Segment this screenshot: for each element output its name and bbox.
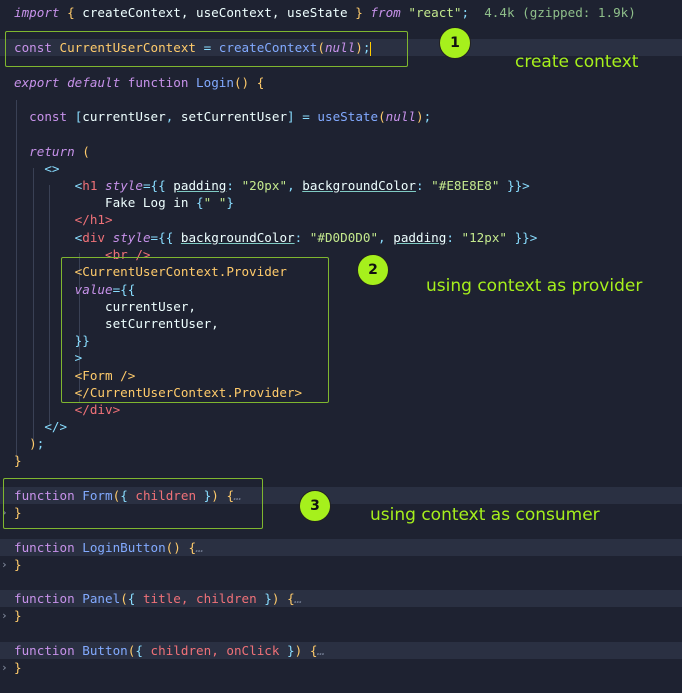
code-line-h1-text[interactable]: Fake Log in {" "}: [0, 194, 682, 211]
code-line-loginbutton-close[interactable]: }: [0, 556, 682, 573]
code-line-login-decl[interactable]: export default function Login() {: [0, 74, 682, 91]
annotation-badge-2: 2: [357, 254, 389, 286]
annotation-box-provider: [61, 257, 329, 403]
code-line-h1-open[interactable]: <h1 style={{ padding: "20px", background…: [0, 177, 682, 194]
annotation-label-provider: using context as provider: [426, 276, 643, 296]
code-line-div-open[interactable]: <div style={{ backgroundColor: "#D0D0D0"…: [0, 229, 682, 246]
annotation-box-consumer: [3, 478, 263, 529]
code-line-h1-close[interactable]: </h1>: [0, 211, 682, 228]
annotation-label-create-context: create context: [515, 52, 639, 72]
code-line-button-fn[interactable]: › function Button({ children, onClick })…: [0, 642, 682, 674]
annotation-label-consumer: using context as consumer: [370, 505, 600, 525]
code-line-login-close[interactable]: }: [0, 452, 682, 469]
code-line-fragment-close[interactable]: </>: [0, 418, 682, 435]
code-line-return[interactable]: return (: [0, 143, 682, 160]
code-line-div-close[interactable]: </div>: [0, 401, 682, 418]
keyword: import: [14, 5, 60, 20]
code-line-fragment-open[interactable]: <>: [0, 160, 682, 177]
code-line-loginbutton-fn[interactable]: › function LoginButton() {…: [0, 539, 682, 571]
code-line-panel-close[interactable]: }: [0, 607, 682, 624]
code-line-import[interactable]: import { createContext, useContext, useS…: [0, 4, 682, 21]
annotation-box-create-context: [5, 31, 408, 67]
code-line-panel-fn[interactable]: › function Panel({ title, children }) {…: [0, 590, 682, 622]
code-line-button-close[interactable]: }: [0, 659, 682, 676]
annotation-badge-1: 1: [439, 27, 471, 59]
import-size-info: 4.4k (gzipped: 1.9k): [484, 5, 636, 20]
annotation-badge-3: 3: [299, 490, 331, 522]
code-line-return-close[interactable]: );: [0, 435, 682, 452]
code-line-use-state[interactable]: const [currentUser, setCurrentUser] = us…: [0, 108, 682, 125]
